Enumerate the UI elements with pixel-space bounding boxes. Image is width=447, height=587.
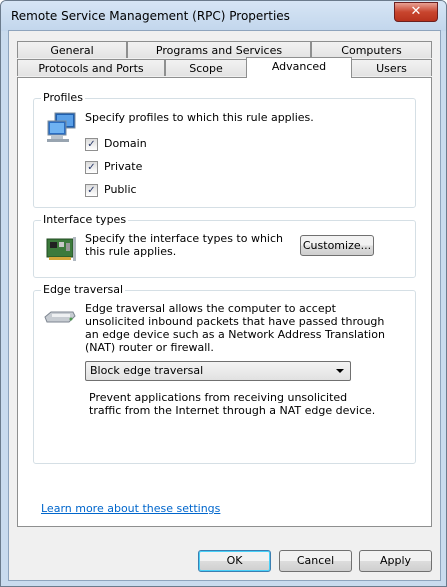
chevron-down-icon: [336, 369, 344, 373]
edge-traversal-group: Edge traversal Edge traversal allows the…: [33, 283, 416, 464]
profiles-group: Profiles Specify profiles to which this …: [33, 91, 416, 208]
interface-types-description: Specify the interface types to which thi…: [85, 232, 284, 258]
network-card-icon: [45, 233, 77, 265]
tab-users[interactable]: Users: [351, 59, 432, 76]
ok-button[interactable]: OK: [198, 550, 271, 572]
window-title: Remote Service Management (RPC) Properti…: [11, 9, 290, 23]
edge-traversal-description: Edge traversal allows the computer to ac…: [85, 302, 385, 354]
customize-button[interactable]: Customize...: [300, 235, 374, 256]
tab-advanced[interactable]: Advanced: [246, 57, 352, 78]
tab-programs-and-services[interactable]: Programs and Services: [127, 41, 311, 58]
edge-traversal-dropdown[interactable]: Block edge traversal: [85, 361, 351, 381]
learn-more-link[interactable]: Learn more about these settings: [41, 502, 220, 515]
profiles-description: Specify profiles to which this rule appl…: [85, 111, 314, 124]
cancel-button[interactable]: Cancel: [279, 550, 352, 572]
firewall-profiles-icon: [45, 111, 77, 143]
checkbox-check-icon: ✓: [85, 138, 98, 151]
edge-traversal-option-detail: Prevent applications from receiving unso…: [89, 391, 376, 417]
profiles-heading: Profiles: [41, 91, 85, 104]
title-bar[interactable]: Remote Service Management (RPC) Properti…: [1, 1, 446, 31]
dialog-body: General Programs and Services Computers …: [8, 30, 441, 581]
apply-button[interactable]: Apply: [359, 550, 432, 572]
edge-traversal-heading: Edge traversal: [41, 283, 126, 296]
edge-device-icon: [43, 307, 77, 327]
tab-row-bottom: Protocols and Ports Scope Advanced Users: [17, 57, 432, 78]
tab-row-top: General Programs and Services Computers: [17, 41, 432, 59]
tab-scope[interactable]: Scope: [165, 59, 247, 76]
properties-dialog: Remote Service Management (RPC) Properti…: [0, 0, 447, 587]
dropdown-value: Block edge traversal: [90, 364, 204, 377]
checkbox-check-icon: ✓: [85, 184, 98, 197]
advanced-tab-panel: Profiles Specify profiles to which this …: [17, 77, 432, 527]
tab-protocols-and-ports[interactable]: Protocols and Ports: [17, 59, 165, 76]
interface-types-heading: Interface types: [41, 213, 129, 226]
tab-general[interactable]: General: [17, 41, 127, 58]
close-button[interactable]: ✕: [394, 2, 438, 22]
tab-computers[interactable]: Computers: [311, 41, 432, 58]
close-icon: ✕: [410, 4, 422, 19]
checkbox-check-icon: ✓: [85, 161, 98, 174]
interface-types-group: Interface types Specify the interface ty…: [33, 213, 416, 278]
